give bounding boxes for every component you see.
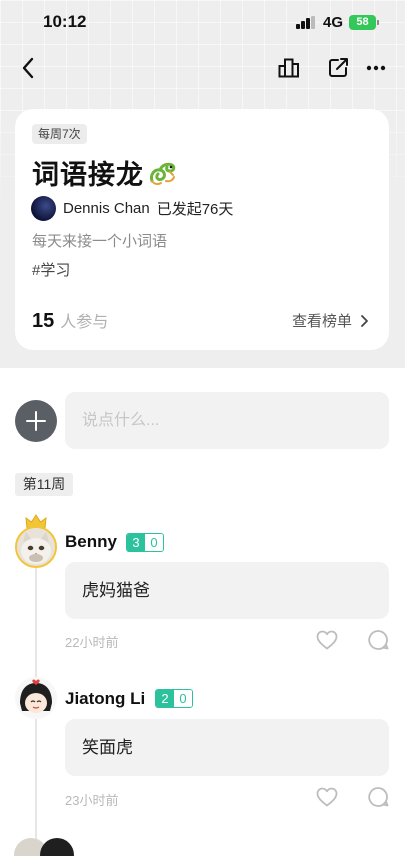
challenge-title: 词语接龙 [32,160,144,190]
participants: 15 人参与 [32,308,108,333]
badge-count-a: 2 [156,690,174,707]
share-button[interactable] [325,54,353,82]
heart-icon[interactable] [315,785,339,809]
stats-button[interactable] [275,54,303,82]
network-type: 4G [323,14,344,31]
signal-icon [296,16,316,29]
user-name[interactable]: Jiatong Li [65,689,145,709]
week-badge: 第11周 [15,473,73,496]
chevron-right-icon [361,314,368,327]
share-icon [329,58,348,77]
frequency-tag: 每周7次 [32,124,87,144]
streak-badge: 3 0 [126,533,164,552]
avatar[interactable] [15,677,57,719]
more-button[interactable] [362,54,390,82]
nav-bar [0,50,405,86]
post-content[interactable]: 笑面虎 [65,719,389,776]
title-row: 词语接龙 [32,153,178,192]
streak-badge: 2 0 [155,689,193,708]
participants-count: 15 [32,310,55,332]
heart-icon[interactable] [315,628,339,652]
comment-input[interactable] [65,392,389,449]
post-content[interactable]: 虎妈猫爸 [65,562,389,619]
status-time: 10:12 [43,12,87,31]
back-button[interactable] [14,54,42,82]
post-time: 22小时前 [65,635,119,650]
avatar[interactable] [15,526,57,568]
status-bar: 10:12 4G 58 [0,0,405,46]
plus-icon [26,411,46,431]
girl-avatar-image [15,677,57,719]
more-icon [366,65,386,71]
badge-count-a: 3 [127,534,145,551]
badge-count-b: 0 [145,534,163,551]
author-row[interactable]: Dennis Chan 已发起76天 [31,196,233,221]
leaderboard-link[interactable]: 查看榜单 [292,310,369,331]
comment-icon[interactable] [366,628,390,652]
cat-avatar-image [17,528,55,566]
dragon-icon [150,162,176,185]
participants-label: 人参与 [60,314,109,331]
add-button[interactable] [15,400,57,442]
post-time: 23小时前 [65,793,119,808]
author-avatar [31,196,56,221]
comment-icon[interactable] [366,785,390,809]
started-days: 已发起76天 [156,201,234,218]
badge-count-b: 0 [174,690,192,707]
leaderboard-label: 查看榜单 [291,313,352,330]
user-name[interactable]: Benny [65,532,117,552]
avatar[interactable] [40,838,74,856]
challenge-info-card: 每周7次 词语接龙 Dennis Chan 已发起76天 每天来接一个小词语 #… [15,109,389,350]
battery-icon: 58 [349,15,379,30]
back-icon [22,57,34,79]
challenge-hashtag[interactable]: #学习 [32,259,70,280]
challenge-description: 每天来接一个小词语 [32,233,168,250]
stats-icon [278,58,299,78]
author-name: Dennis Chan [63,200,150,217]
